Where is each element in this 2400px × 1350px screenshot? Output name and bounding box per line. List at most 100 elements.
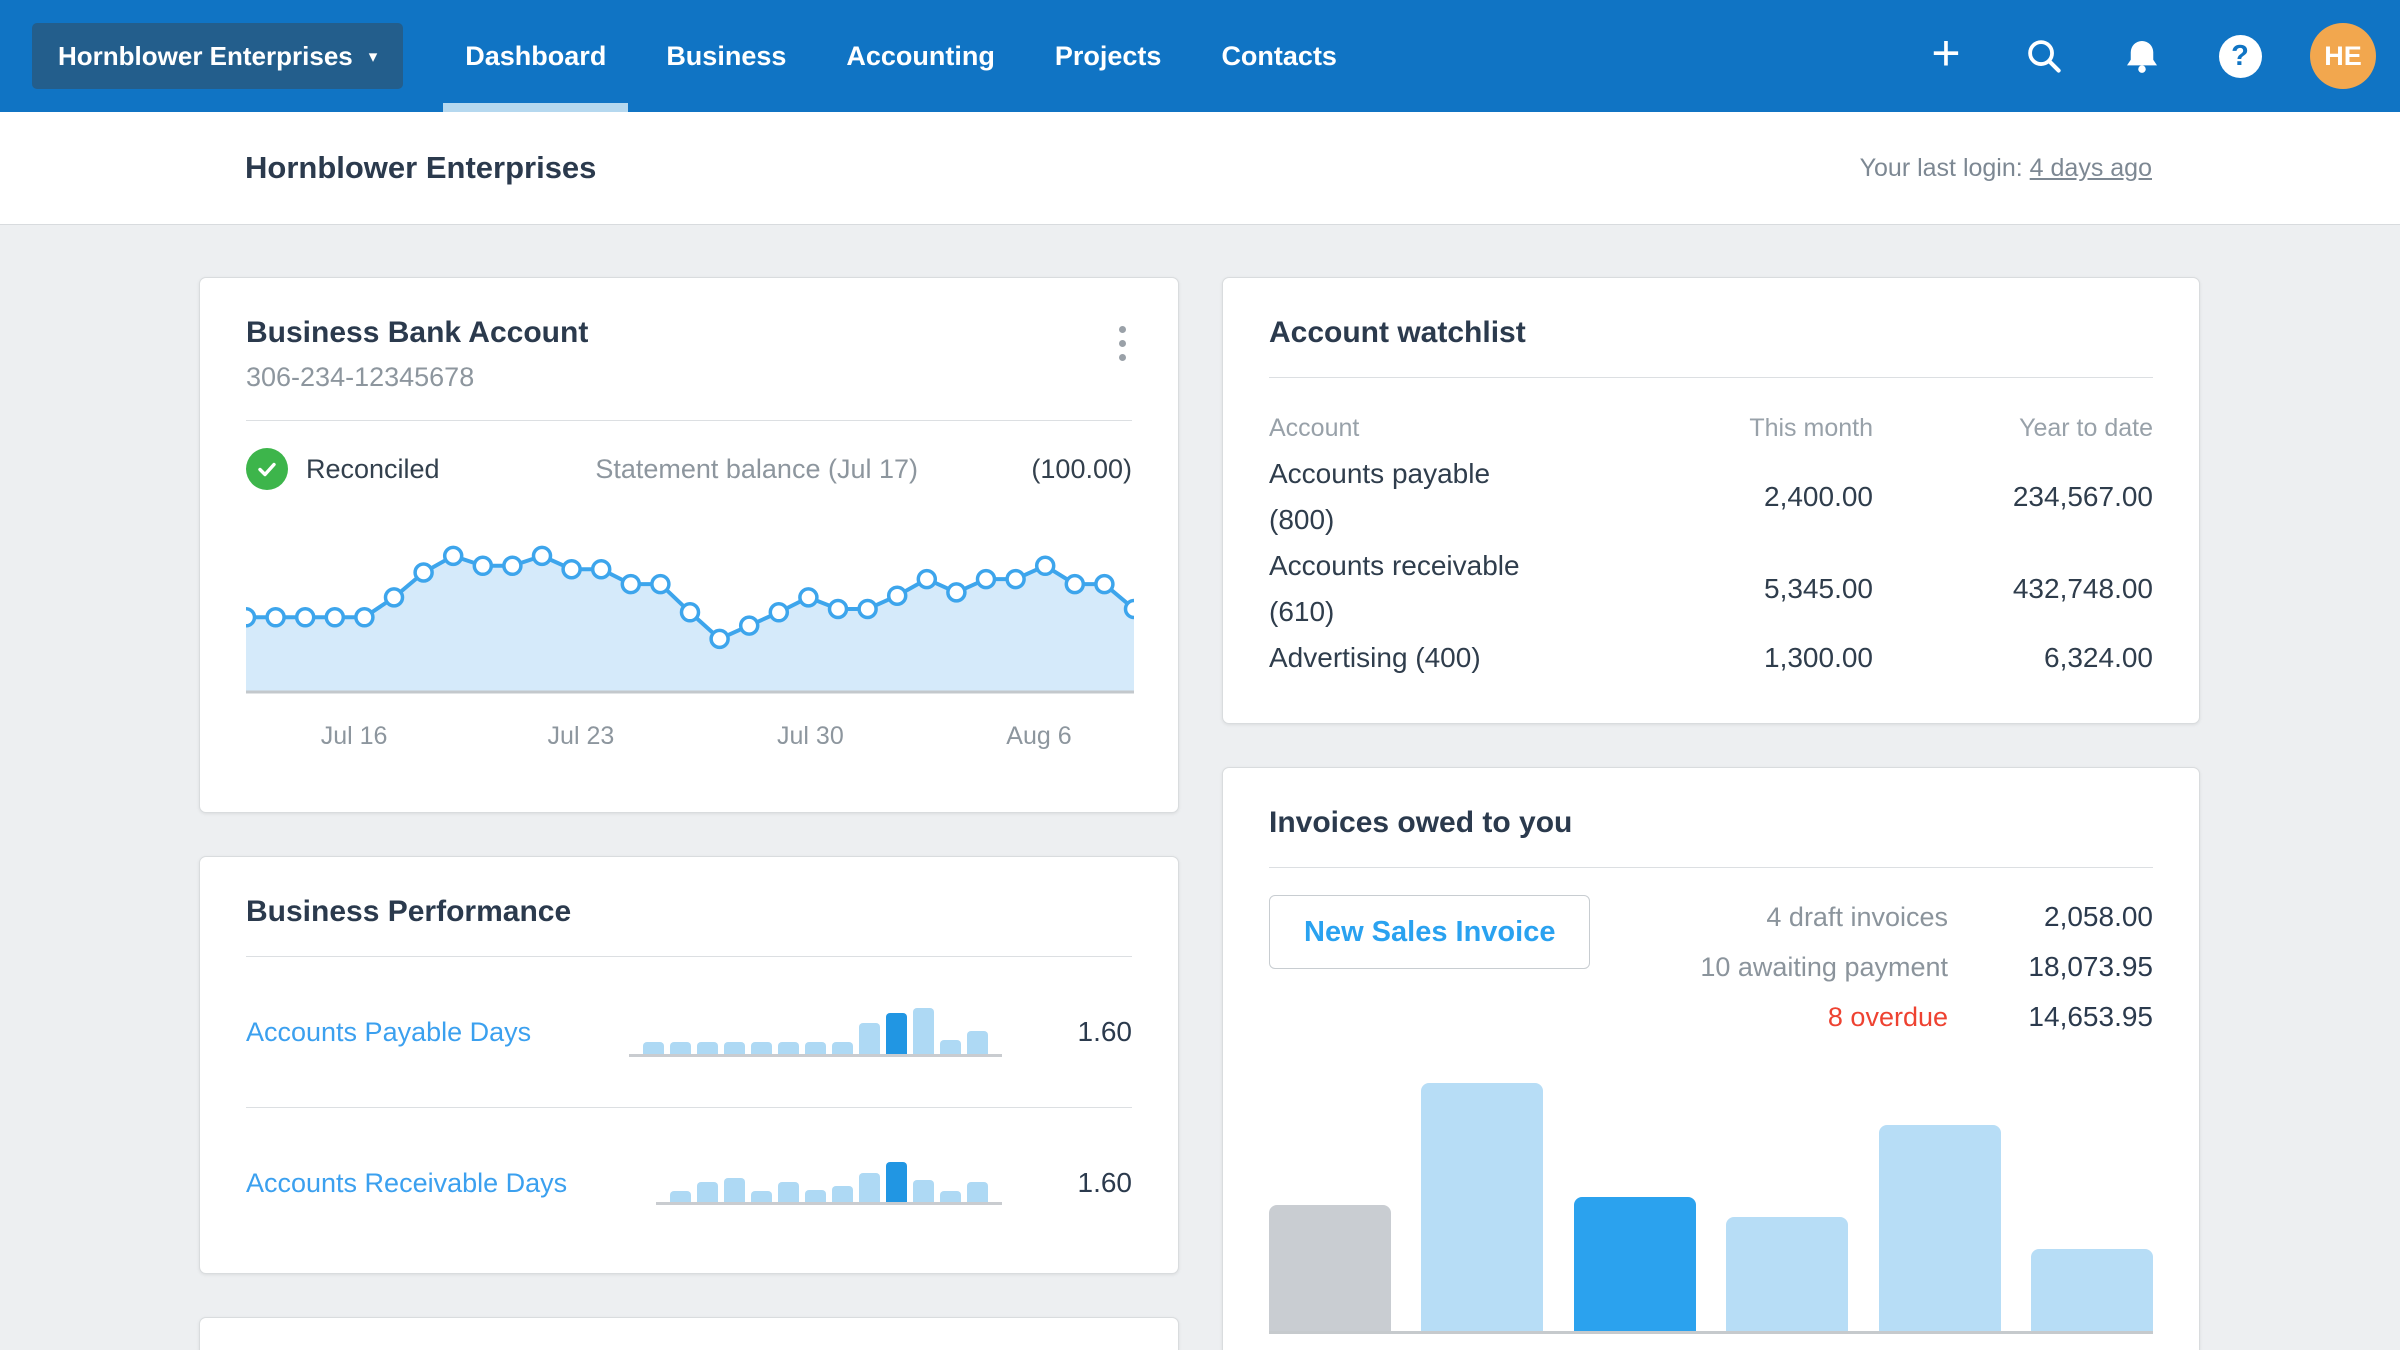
invoices-summary: 4 draft invoices 2,058.00 10 awaiting pa… (1700, 895, 2153, 1039)
col-header-account: Account (1269, 414, 1360, 442)
payable-days-sparkline (629, 1007, 1002, 1057)
search-icon (2028, 40, 2061, 73)
watchlist-header-row: Account This month Year to date (1269, 405, 2153, 451)
spark-bar (832, 1185, 853, 1202)
user-avatar[interactable]: HE (2310, 23, 2376, 89)
year-to-date-value: 6,324.00 (2044, 642, 2153, 673)
receivable-days-sparkline (656, 1161, 1002, 1205)
spark-bar (778, 1041, 799, 1054)
accounts-receivable-days-link[interactable]: Accounts Receivable Days (246, 1168, 567, 1199)
search-button[interactable] (2016, 28, 2072, 84)
table-row: Accounts payable (800) 2,400.00 234,567.… (1269, 451, 2153, 543)
tab-contacts[interactable]: Contacts (1221, 0, 1337, 112)
invoices-owed-card: Invoices owed to you New Sales Invoice 4… (1222, 767, 2200, 1350)
draft-invoices-value: 2,058.00 (2044, 901, 2153, 932)
new-sales-invoice-button[interactable]: New Sales Invoice (1269, 895, 1591, 969)
invoice-bar[interactable] (1269, 1205, 1391, 1331)
nav-utilities: + ? HE (1918, 23, 2376, 89)
x-tick-label: Aug 6 (1006, 722, 1072, 750)
account-name: Advertising (400) (1269, 642, 1481, 673)
spark-bar (697, 1181, 718, 1202)
invoice-bar[interactable] (1878, 1125, 2001, 1331)
reconcile-status-row: Reconciled Statement balance (Jul 17) (1… (246, 448, 1132, 490)
chevron-down-icon: ▾ (368, 46, 378, 66)
invoice-bar[interactable] (1421, 1083, 1544, 1331)
awaiting-payment-row: 10 awaiting payment 18,073.95 (1700, 945, 2153, 989)
org-switcher-button[interactable]: Hornblower Enterprises ▾ (32, 23, 404, 89)
tab-business-label: Business (666, 40, 787, 71)
col-header-year-to-date: Year to date (2019, 414, 2153, 442)
tab-dashboard-label: Dashboard (465, 40, 607, 71)
last-login-link[interactable]: 4 days ago (2030, 154, 2152, 182)
draft-invoices-row: 4 draft invoices 2,058.00 (1700, 895, 2153, 939)
spark-bar (778, 1181, 799, 1202)
spark-bar (751, 1190, 772, 1202)
spark-bar (643, 1041, 664, 1054)
spark-bar (940, 1190, 961, 1202)
accounts-payable-days-link[interactable]: Accounts Payable Days (246, 1017, 531, 1048)
notifications-button[interactable] (2114, 28, 2170, 84)
year-to-date-value: 432,748.00 (2012, 573, 2153, 604)
last-login-label: Your last login: (1859, 153, 2023, 182)
partially-visible-card (199, 1317, 1179, 1350)
overdue-label: 8 overdue (1827, 1002, 1948, 1032)
overdue-row: 8 overdue 14,653.95 (1700, 995, 2153, 1039)
avatar-initials: HE (2324, 40, 2362, 71)
invoice-bar[interactable] (2030, 1249, 2153, 1331)
dashboard-body: Business Bank Account 306-234-12345678 R… (0, 225, 2400, 1350)
performance-row-receivable-days: Accounts Receivable Days 1.60 (246, 1135, 1132, 1231)
table-row: Advertising (400) 1,300.00 6,324.00 (1269, 635, 2153, 681)
spark-bar (724, 1177, 745, 1202)
tab-business[interactable]: Business (666, 0, 786, 112)
tab-projects-label: Projects (1054, 40, 1162, 71)
table-row: Accounts receivable (610) 5,345.00 432,7… (1269, 543, 2153, 635)
x-tick-label: Jul 23 (547, 722, 615, 750)
invoices-action-row: New Sales Invoice 4 draft invoices 2,058… (1269, 895, 2153, 1039)
spark-bar (751, 1041, 772, 1054)
tab-dashboard[interactable]: Dashboard (443, 0, 629, 112)
business-performance-card: Business Performance Accounts Payable Da… (199, 856, 1179, 1274)
page-title: Hornblower Enterprises (245, 150, 597, 185)
overdue-value: 14,653.95 (2028, 1001, 2153, 1032)
invoice-bar[interactable] (1573, 1197, 1696, 1331)
left-column: Business Bank Account 306-234-12345678 R… (199, 277, 1179, 1350)
spark-bar (886, 1012, 907, 1054)
bank-balance-chart (246, 545, 1134, 694)
help-button[interactable]: ? (2212, 28, 2268, 84)
tab-accounting[interactable]: Accounting (846, 0, 995, 112)
spark-bar (940, 1039, 961, 1054)
main-nav-tabs: Dashboard Business Accounting Projects C… (443, 0, 1337, 112)
awaiting-payment-label: 10 awaiting payment (1700, 952, 1948, 982)
divider (1269, 867, 2153, 868)
right-column: Account watchlist Account This month Yea… (1222, 277, 2200, 1350)
performance-row-payable-days: Accounts Payable Days 1.60 (246, 984, 1132, 1080)
divider (246, 956, 1132, 957)
bank-chart-x-labels: Jul 16 Jul 23 Jul 30 Aug 6 (246, 722, 1132, 770)
bell-icon (2127, 41, 2157, 73)
this-month-value: 1,300.00 (1764, 642, 1873, 673)
invoice-bar[interactable] (1726, 1217, 1849, 1331)
tab-projects[interactable]: Projects (1055, 0, 1162, 112)
account-name: Accounts payable (800) (1269, 458, 1491, 535)
spark-bar (967, 1030, 988, 1054)
create-new-button[interactable]: + (1918, 28, 1974, 84)
spark-bar (859, 1172, 880, 1202)
bank-card-titles: Business Bank Account 306-234-12345678 (246, 316, 588, 393)
spark-bar (670, 1041, 691, 1054)
spark-bar (913, 1007, 934, 1054)
draft-invoices-label: 4 draft invoices (1766, 902, 1948, 932)
bank-card-title: Business Bank Account (246, 316, 589, 349)
invoices-card-title: Invoices owed to you (1269, 806, 1573, 839)
reconciled-label: Reconciled (306, 453, 440, 484)
spark-bar (724, 1041, 745, 1054)
col-header-this-month: This month (1749, 414, 1873, 442)
x-tick-label: Jul 16 (320, 722, 388, 750)
kebab-menu-icon[interactable] (1113, 316, 1132, 371)
watchlist-card-title: Account watchlist (1269, 316, 1526, 349)
tab-accounting-label: Accounting (846, 40, 995, 71)
performance-card-title: Business Performance (246, 895, 572, 928)
divider (1269, 377, 2153, 378)
xero-dashboard-page: Hornblower Enterprises ▾ Dashboard Busin… (0, 0, 2400, 1350)
tab-contacts-label: Contacts (1221, 40, 1337, 71)
x-tick-label: Jul 30 (777, 722, 844, 750)
